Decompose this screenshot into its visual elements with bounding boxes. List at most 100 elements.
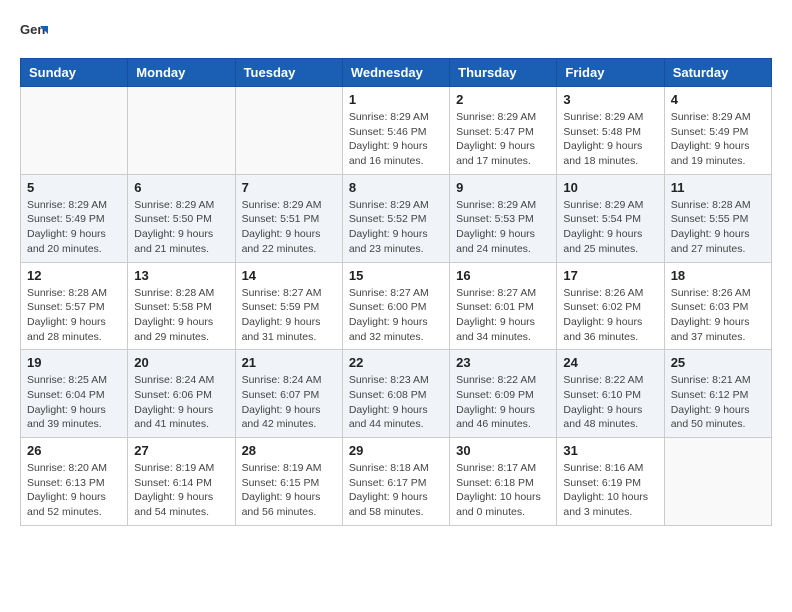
day-info: Sunrise: 8:28 AMSunset: 5:58 PMDaylight:… — [134, 286, 228, 345]
day-of-week-header: Sunday — [21, 59, 128, 87]
day-info: Sunrise: 8:22 AMSunset: 6:09 PMDaylight:… — [456, 373, 550, 432]
calendar-day-cell: 21Sunrise: 8:24 AMSunset: 6:07 PMDayligh… — [235, 350, 342, 438]
day-number: 18 — [671, 268, 765, 283]
calendar-day-cell — [128, 87, 235, 175]
header: Gen — [20, 20, 772, 48]
calendar-day-cell: 3 Sunrise: 8:29 AMSunset: 5:48 PMDaylight… — [557, 87, 664, 175]
calendar: SundayMondayTuesdayWednesdayThursdayFrid… — [20, 58, 772, 526]
day-number: 22 — [349, 355, 443, 370]
calendar-day-cell — [664, 438, 771, 526]
calendar-day-cell — [235, 87, 342, 175]
calendar-day-cell — [21, 87, 128, 175]
calendar-day-cell: 18 Sunrise: 8:26 AMSunset: 6:03 PMDayligh… — [664, 262, 771, 350]
day-info: Sunrise: 8:27 AMSunset: 6:01 PMDaylight:… — [456, 286, 550, 345]
day-info: Sunrise: 8:21 AMSunset: 6:12 PMDaylight:… — [671, 373, 765, 432]
calendar-day-cell: 23 Sunrise: 8:22 AMSunset: 6:09 PMDayligh… — [450, 350, 557, 438]
calendar-week-row: 26Sunrise: 8:20 AMSunset: 6:13 PMDayligh… — [21, 438, 772, 526]
svg-text:Gen: Gen — [20, 22, 45, 37]
day-info: Sunrise: 8:27 AMSunset: 6:00 PMDaylight:… — [349, 286, 443, 345]
day-info: Sunrise: 8:26 AMSunset: 6:02 PMDaylight:… — [563, 286, 657, 345]
calendar-day-cell: 14 Sunrise: 8:27 AMSunset: 5:59 PMDayligh… — [235, 262, 342, 350]
day-info: Sunrise: 8:23 AMSunset: 6:08 PMDaylight:… — [349, 373, 443, 432]
day-number: 8 — [349, 180, 443, 195]
day-info: Sunrise: 8:29 AMSunset: 5:46 PMDaylight:… — [349, 110, 443, 169]
day-info: Sunrise: 8:26 AMSunset: 6:03 PMDaylight:… — [671, 286, 765, 345]
day-of-week-header: Saturday — [664, 59, 771, 87]
day-info: Sunrise: 8:25 AMSunset: 6:04 PMDaylight:… — [27, 373, 121, 432]
day-number: 5 — [27, 180, 121, 195]
calendar-day-cell: 15 Sunrise: 8:27 AMSunset: 6:00 PMDayligh… — [342, 262, 449, 350]
calendar-day-cell: 29 Sunrise: 8:18 AMSunset: 6:17 PMDayligh… — [342, 438, 449, 526]
logo-icon: Gen — [20, 20, 48, 48]
calendar-day-cell: 13 Sunrise: 8:28 AMSunset: 5:58 PMDayligh… — [128, 262, 235, 350]
calendar-day-cell: 11Sunrise: 8:28 AMSunset: 5:55 PMDayligh… — [664, 174, 771, 262]
day-number: 11 — [671, 180, 765, 195]
logo: Gen — [20, 20, 52, 48]
day-number: 26 — [27, 443, 121, 458]
calendar-day-cell: 5Sunrise: 8:29 AMSunset: 5:49 PMDaylight… — [21, 174, 128, 262]
day-number: 31 — [563, 443, 657, 458]
calendar-day-cell: 20 Sunrise: 8:24 AMSunset: 6:06 PMDayligh… — [128, 350, 235, 438]
calendar-day-cell: 25 Sunrise: 8:21 AMSunset: 6:12 PMDayligh… — [664, 350, 771, 438]
calendar-day-cell: 24 Sunrise: 8:22 AMSunset: 6:10 PMDayligh… — [557, 350, 664, 438]
day-number: 13 — [134, 268, 228, 283]
day-number: 29 — [349, 443, 443, 458]
day-number: 23 — [456, 355, 550, 370]
day-of-week-header: Wednesday — [342, 59, 449, 87]
calendar-day-cell: 17 Sunrise: 8:26 AMSunset: 6:02 PMDayligh… — [557, 262, 664, 350]
day-of-week-header: Thursday — [450, 59, 557, 87]
day-info: Sunrise: 8:29 AMSunset: 5:50 PMDaylight:… — [134, 198, 228, 257]
day-number: 14 — [242, 268, 336, 283]
day-number: 3 — [563, 92, 657, 107]
day-number: 30 — [456, 443, 550, 458]
day-info: Sunrise: 8:29 AMSunset: 5:48 PMDaylight:… — [563, 110, 657, 169]
day-number: 24 — [563, 355, 657, 370]
calendar-day-cell: 19Sunrise: 8:25 AMSunset: 6:04 PMDayligh… — [21, 350, 128, 438]
day-info: Sunrise: 8:29 AMSunset: 5:54 PMDaylight:… — [563, 198, 657, 257]
day-info: Sunrise: 8:22 AMSunset: 6:10 PMDaylight:… — [563, 373, 657, 432]
day-info: Sunrise: 8:19 AMSunset: 6:15 PMDaylight:… — [242, 461, 336, 520]
day-number: 20 — [134, 355, 228, 370]
calendar-day-cell: 4 Sunrise: 8:29 AMSunset: 5:49 PMDaylight… — [664, 87, 771, 175]
day-info: Sunrise: 8:28 AMSunset: 5:57 PMDaylight:… — [27, 286, 121, 345]
day-number: 9 — [456, 180, 550, 195]
day-number: 16 — [456, 268, 550, 283]
day-number: 25 — [671, 355, 765, 370]
calendar-day-cell: 16 Sunrise: 8:27 AMSunset: 6:01 PMDayligh… — [450, 262, 557, 350]
day-number: 15 — [349, 268, 443, 283]
calendar-day-cell: 10 Sunrise: 8:29 AMSunset: 5:54 PMDayligh… — [557, 174, 664, 262]
calendar-day-cell: 27 Sunrise: 8:19 AMSunset: 6:14 PMDayligh… — [128, 438, 235, 526]
calendar-day-cell: 22 Sunrise: 8:23 AMSunset: 6:08 PMDayligh… — [342, 350, 449, 438]
day-info: Sunrise: 8:19 AMSunset: 6:14 PMDaylight:… — [134, 461, 228, 520]
calendar-day-cell: 28 Sunrise: 8:19 AMSunset: 6:15 PMDayligh… — [235, 438, 342, 526]
day-number: 17 — [563, 268, 657, 283]
day-number: 10 — [563, 180, 657, 195]
day-of-week-header: Tuesday — [235, 59, 342, 87]
day-number: 2 — [456, 92, 550, 107]
calendar-day-cell: 31Sunrise: 8:16 AMSunset: 6:19 PMDayligh… — [557, 438, 664, 526]
calendar-day-cell: 26Sunrise: 8:20 AMSunset: 6:13 PMDayligh… — [21, 438, 128, 526]
calendar-week-row: 19Sunrise: 8:25 AMSunset: 6:04 PMDayligh… — [21, 350, 772, 438]
day-number: 28 — [242, 443, 336, 458]
day-number: 12 — [27, 268, 121, 283]
day-info: Sunrise: 8:29 AMSunset: 5:51 PMDaylight:… — [242, 198, 336, 257]
day-info: Sunrise: 8:18 AMSunset: 6:17 PMDaylight:… — [349, 461, 443, 520]
day-info: Sunrise: 8:27 AMSunset: 5:59 PMDaylight:… — [242, 286, 336, 345]
calendar-day-cell: 1 Sunrise: 8:29 AMSunset: 5:46 PMDaylight… — [342, 87, 449, 175]
day-of-week-header: Friday — [557, 59, 664, 87]
calendar-day-cell: 6Sunrise: 8:29 AMSunset: 5:50 PMDaylight… — [128, 174, 235, 262]
calendar-day-cell: 30Sunrise: 8:17 AMSunset: 6:18 PMDayligh… — [450, 438, 557, 526]
day-number: 7 — [242, 180, 336, 195]
calendar-day-cell: 2Sunrise: 8:29 AMSunset: 5:47 PMDaylight… — [450, 87, 557, 175]
calendar-week-row: 12 Sunrise: 8:28 AMSunset: 5:57 PMDayligh… — [21, 262, 772, 350]
day-number: 4 — [671, 92, 765, 107]
day-info: Sunrise: 8:29 AMSunset: 5:49 PMDaylight:… — [671, 110, 765, 169]
calendar-day-cell: 12 Sunrise: 8:28 AMSunset: 5:57 PMDayligh… — [21, 262, 128, 350]
day-number: 27 — [134, 443, 228, 458]
calendar-day-cell: 7 Sunrise: 8:29 AMSunset: 5:51 PMDaylight… — [235, 174, 342, 262]
calendar-day-cell: 8Sunrise: 8:29 AMSunset: 5:52 PMDaylight… — [342, 174, 449, 262]
day-info: Sunrise: 8:29 AMSunset: 5:53 PMDaylight:… — [456, 198, 550, 257]
day-number: 1 — [349, 92, 443, 107]
day-info: Sunrise: 8:24 AMSunset: 6:07 PMDaylight:… — [242, 373, 336, 432]
day-info: Sunrise: 8:24 AMSunset: 6:06 PMDaylight:… — [134, 373, 228, 432]
